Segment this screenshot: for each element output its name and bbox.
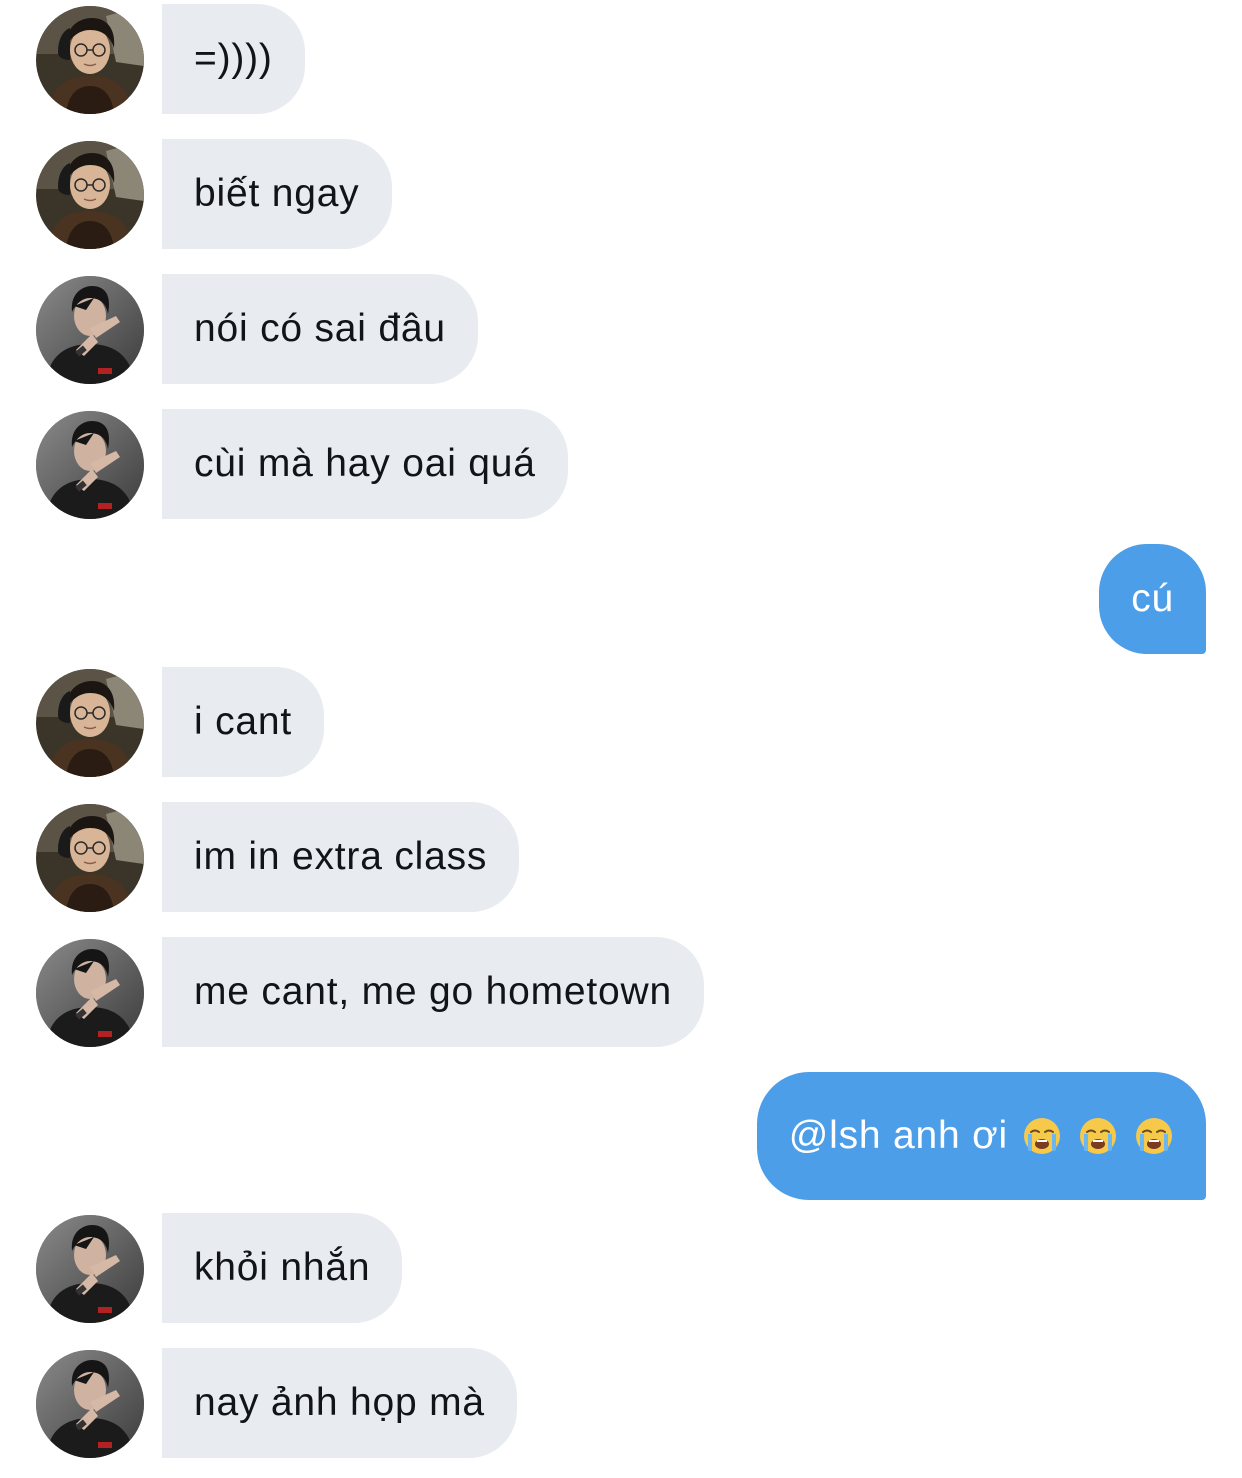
incoming-message-bubble[interactable]: =))))	[162, 4, 305, 114]
emoji-group	[1022, 1116, 1174, 1156]
message-row: =))))	[0, 4, 1242, 114]
posing-boy-avatar[interactable]	[36, 1350, 144, 1458]
message-row: i cant	[0, 667, 1242, 777]
message-text: nói có sai đâu	[194, 307, 446, 350]
message-text: cú	[1131, 577, 1174, 620]
incoming-message-bubble[interactable]: nay ảnh họp mà	[162, 1348, 517, 1458]
message-text: =))))	[194, 37, 273, 80]
loudly-crying-face-icon	[1134, 1116, 1174, 1156]
outgoing-message-bubble[interactable]: cú	[1099, 544, 1206, 654]
message-text: im in extra class	[194, 835, 488, 878]
loudly-crying-face-icon	[1022, 1116, 1062, 1156]
incoming-message-bubble[interactable]: khỏi nhắn	[162, 1213, 403, 1323]
incoming-message-bubble[interactable]: i cant	[162, 667, 325, 777]
incoming-message-bubble[interactable]: me cant, me go hometown	[162, 937, 704, 1047]
incoming-message-bubble[interactable]: im in extra class	[162, 802, 520, 912]
message-text: cùi mà hay oai quá	[194, 442, 536, 485]
posing-boy-avatar[interactable]	[36, 1215, 144, 1323]
outgoing-message-bubble[interactable]: @lsh anh ơi	[756, 1072, 1206, 1200]
message-row: nói có sai đâu	[0, 274, 1242, 384]
message-row: im in extra class	[0, 802, 1242, 912]
glasses-boy-avatar[interactable]	[36, 669, 144, 777]
message-text: me cant, me go hometown	[194, 970, 672, 1013]
message-text: nay ảnh họp mà	[194, 1381, 485, 1424]
posing-boy-avatar[interactable]	[36, 411, 144, 519]
posing-boy-avatar[interactable]	[36, 276, 144, 384]
message-row: khỏi nhắn	[0, 1213, 1242, 1323]
posing-boy-avatar[interactable]	[36, 939, 144, 1047]
incoming-message-bubble[interactable]: cùi mà hay oai quá	[162, 409, 568, 519]
message-text: khỏi nhắn	[194, 1246, 371, 1289]
message-row: cùi mà hay oai quá	[0, 409, 1242, 519]
message-row: me cant, me go hometown	[0, 937, 1242, 1047]
glasses-boy-avatar[interactable]	[36, 6, 144, 114]
incoming-message-bubble[interactable]: biết ngay	[162, 139, 392, 249]
glasses-boy-avatar[interactable]	[36, 804, 144, 912]
message-row: cú	[0, 544, 1242, 654]
message-row: biết ngay	[0, 139, 1242, 249]
incoming-message-bubble[interactable]: nói có sai đâu	[162, 274, 478, 384]
message-text: biết ngay	[194, 172, 360, 215]
message-text: i cant	[194, 700, 293, 743]
message-row: nay ảnh họp mà	[0, 1348, 1242, 1458]
loudly-crying-face-icon	[1078, 1116, 1118, 1156]
message-text: @lsh anh ơi	[788, 1114, 1008, 1157]
glasses-boy-avatar[interactable]	[36, 141, 144, 249]
message-row: @lsh anh ơi	[0, 1072, 1242, 1200]
